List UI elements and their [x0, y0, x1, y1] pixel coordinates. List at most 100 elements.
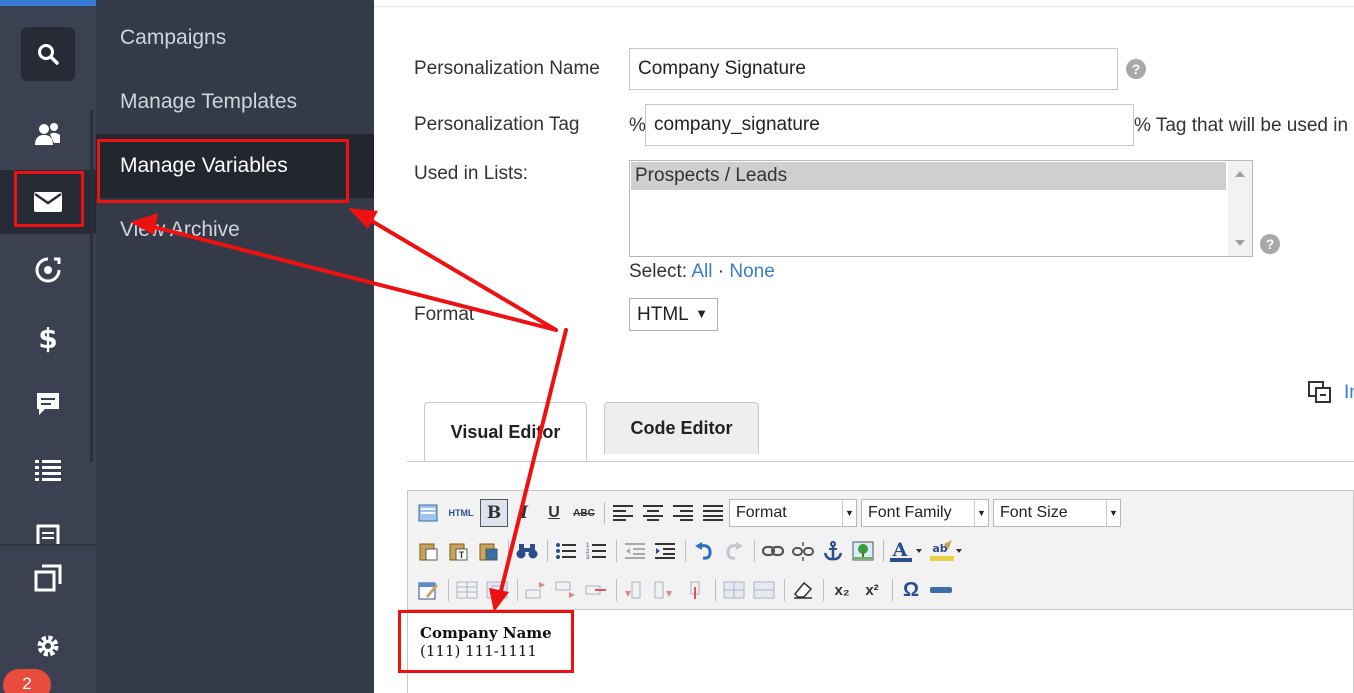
- format-select[interactable]: HTML ▼: [629, 298, 718, 331]
- toolbar-separator: [784, 579, 785, 601]
- toolbar-separator: [715, 579, 716, 601]
- editor-content-area[interactable]: Company Name (111) 111-1111: [408, 609, 1353, 693]
- insert-icon[interactable]: [1307, 380, 1333, 404]
- visual-editor: HTML B I U ABC Format ▼ Font Family ▼ Fo…: [407, 490, 1354, 693]
- clear-format-button[interactable]: [789, 576, 817, 604]
- strikethrough-button[interactable]: ABC: [570, 499, 598, 527]
- lists-multiselect[interactable]: Prospects / Leads: [629, 160, 1253, 257]
- subscript-button[interactable]: x₂: [828, 576, 856, 604]
- lists-nav[interactable]: [0, 438, 96, 502]
- select-all-link[interactable]: All: [691, 261, 712, 282]
- font-family-dropdown[interactable]: Font Family ▼: [861, 499, 989, 527]
- format-select-value: HTML: [637, 303, 689, 325]
- unlink-button[interactable]: [789, 537, 817, 565]
- toolbar-separator: [517, 579, 518, 601]
- scroll-down-arrow-icon[interactable]: [1235, 240, 1245, 246]
- name-help-icon[interactable]: ?: [1126, 59, 1146, 79]
- redo-button[interactable]: [720, 537, 748, 565]
- italic-button[interactable]: I: [510, 499, 538, 527]
- binoculars-icon: [516, 544, 538, 559]
- format-dropdown[interactable]: Format ▼: [729, 499, 857, 527]
- col-before-button[interactable]: [621, 576, 649, 604]
- bold-button[interactable]: B: [480, 499, 508, 527]
- pages-nav[interactable]: [0, 546, 96, 610]
- lists-help-icon[interactable]: ?: [1260, 234, 1280, 254]
- campaigns-subnav: Campaigns Manage Templates Manage Variab…: [96, 0, 374, 693]
- superscript-button[interactable]: x²: [858, 576, 886, 604]
- align-right-button[interactable]: [669, 499, 697, 527]
- align-center-button[interactable]: [639, 499, 667, 527]
- row-after-button[interactable]: [552, 576, 580, 604]
- text-color-button[interactable]: A: [888, 537, 926, 565]
- tab-code-editor[interactable]: Code Editor: [604, 402, 759, 454]
- insert-link-button[interactable]: [759, 537, 787, 565]
- align-left-icon: [613, 505, 633, 521]
- highlight-color-button[interactable]: ab: [928, 537, 966, 565]
- personalization-tag-input[interactable]: company_signature: [645, 104, 1134, 146]
- lists-scrollbar[interactable]: [1228, 161, 1252, 256]
- delete-row-icon: [585, 585, 606, 595]
- select-none-link[interactable]: None: [729, 261, 774, 282]
- dollar-icon: $: [38, 323, 57, 353]
- rail-scrollbar[interactable]: [90, 110, 93, 462]
- campaigns-nav[interactable]: [0, 170, 96, 234]
- horizontal-rule-button[interactable]: [927, 576, 955, 604]
- tag-label: Personalization Tag: [414, 114, 580, 135]
- deals-nav[interactable]: $: [0, 306, 96, 370]
- subnav-item-campaigns[interactable]: Campaigns: [96, 6, 374, 70]
- subnav-item-manage-templates[interactable]: Manage Templates: [96, 70, 374, 134]
- gear-icon: [37, 635, 59, 657]
- tab-visual-editor[interactable]: Visual Editor: [424, 402, 587, 462]
- paste-word-button[interactable]: [474, 537, 502, 565]
- insert-link[interactable]: In: [1344, 382, 1354, 404]
- paste-icon: [419, 543, 438, 561]
- anchor-button[interactable]: [819, 537, 847, 565]
- scroll-up-arrow-icon[interactable]: [1235, 171, 1245, 177]
- table-props-icon: [486, 581, 508, 599]
- split-cells-button[interactable]: [720, 576, 748, 604]
- settings-nav[interactable]: [0, 614, 96, 678]
- bullet-list-button[interactable]: [552, 537, 580, 565]
- delete-col-icon: [690, 581, 700, 599]
- special-char-button[interactable]: Ω: [897, 576, 925, 604]
- notification-badge[interactable]: 2: [3, 669, 51, 693]
- find-replace-button[interactable]: [513, 537, 541, 565]
- edit-icon: [418, 582, 438, 600]
- personalization-name-input[interactable]: Company Signature: [629, 48, 1118, 90]
- edit-button[interactable]: [414, 576, 442, 604]
- pages-icon: [34, 564, 62, 592]
- indent-button[interactable]: [651, 537, 679, 565]
- merge-cells-button[interactable]: [750, 576, 778, 604]
- justify-button[interactable]: [699, 499, 727, 527]
- split-cells-icon: [723, 581, 745, 599]
- html-source-button[interactable]: HTML: [444, 499, 478, 527]
- paste-text-icon: T: [449, 543, 468, 561]
- delete-row-button[interactable]: [582, 576, 610, 604]
- preview-button[interactable]: [414, 499, 442, 527]
- top-divider: [374, 6, 1354, 7]
- tab-divider: [407, 461, 1354, 462]
- search-button[interactable]: [21, 27, 75, 81]
- table-props-button[interactable]: [483, 576, 511, 604]
- conversations-nav[interactable]: [0, 372, 96, 436]
- col-after-button[interactable]: [651, 576, 679, 604]
- align-left-button[interactable]: [609, 499, 637, 527]
- automation-nav[interactable]: [0, 238, 96, 302]
- format-dropdown-arrow-icon: ▼: [842, 500, 856, 526]
- insert-image-button[interactable]: [849, 537, 877, 565]
- subnav-item-view-archive[interactable]: View Archive: [96, 198, 374, 262]
- table-button[interactable]: [453, 576, 481, 604]
- subnav-item-manage-variables[interactable]: Manage Variables: [96, 134, 374, 198]
- contacts-nav[interactable]: [0, 102, 96, 166]
- paste-button[interactable]: [414, 537, 442, 565]
- delete-col-button[interactable]: [681, 576, 709, 604]
- paste-text-button[interactable]: T: [444, 537, 472, 565]
- underline-button[interactable]: U: [540, 499, 568, 527]
- list-option-prospects-leads[interactable]: Prospects / Leads: [631, 162, 1226, 190]
- undo-button[interactable]: [690, 537, 718, 565]
- outdent-button[interactable]: [621, 537, 649, 565]
- numbered-list-button[interactable]: 123: [582, 537, 610, 565]
- row-before-button[interactable]: [522, 576, 550, 604]
- unlink-icon: [792, 542, 814, 561]
- font-size-dropdown[interactable]: Font Size ▼: [993, 499, 1121, 527]
